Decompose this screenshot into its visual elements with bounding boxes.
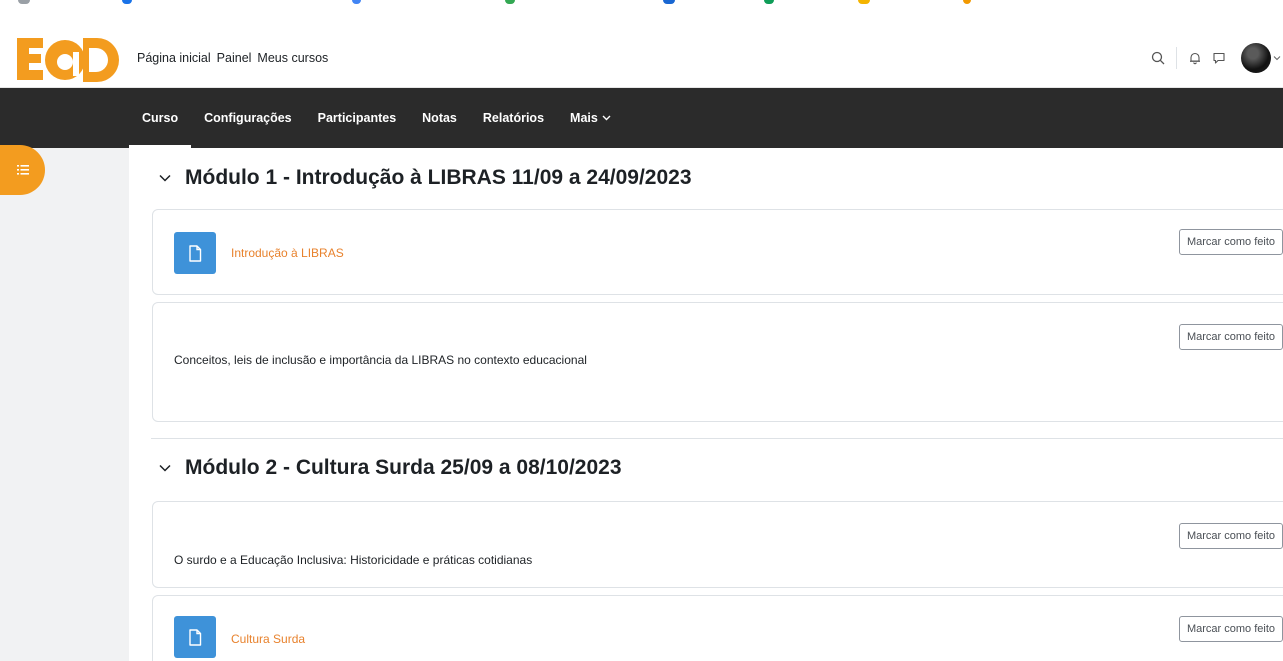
bookmark-favicon[interactable]: [858, 0, 870, 4]
chevron-down-icon[interactable]: [159, 464, 171, 472]
section-1-header[interactable]: Módulo 1 - Introdução à LIBRAS 11/09 a 2…: [159, 166, 692, 190]
mark-as-done-button[interactable]: Marcar como feito: [1178, 523, 1283, 549]
nav-my-courses[interactable]: Meus cursos: [257, 51, 328, 65]
left-drawer-area: [0, 148, 129, 661]
tab-reports[interactable]: Relatórios: [470, 88, 557, 148]
course-content: Módulo 1 - Introdução à LIBRAS 11/09 a 2…: [129, 148, 1283, 661]
activity-card: O surdo e a Educação Inclusiva: Historic…: [152, 501, 1283, 588]
chevron-down-icon[interactable]: [159, 174, 171, 182]
tab-label: Participantes: [317, 111, 397, 125]
tab-settings[interactable]: Configurações: [191, 88, 305, 148]
primary-navbar: Página inicial Painel Meus cursos: [0, 28, 1283, 88]
course-secondary-nav: Curso Configurações Participantes Notas …: [0, 88, 1283, 148]
file-icon: [174, 616, 216, 658]
tab-label: Mais: [570, 111, 598, 125]
bookmark-favicon[interactable]: [764, 0, 774, 4]
course-index-icon: [16, 165, 29, 175]
search-icon[interactable]: [1146, 46, 1170, 70]
file-icon: [174, 232, 216, 274]
bookmark-favicon[interactable]: [505, 0, 515, 4]
section-title: Módulo 2 - Cultura Surda 25/09 a 08/10/2…: [185, 456, 622, 479]
chat-icon[interactable]: [1207, 46, 1231, 70]
section-2-header[interactable]: Módulo 2 - Cultura Surda 25/09 a 08/10/2…: [159, 456, 622, 480]
bookmark-favicon[interactable]: [18, 0, 30, 4]
tab-course[interactable]: Curso: [129, 88, 192, 148]
activity-link[interactable]: Cultura Surda: [231, 632, 305, 646]
bookmark-favicon[interactable]: [663, 0, 675, 4]
activity-label-text: O surdo e a Educação Inclusiva: Historic…: [174, 553, 533, 567]
activity-card: Cultura Surda Marcar como feito: [152, 595, 1283, 661]
tab-participants[interactable]: Participantes: [305, 88, 410, 148]
nav-divider: [1176, 47, 1177, 69]
site-logo[interactable]: [13, 36, 123, 82]
bookmark-favicon[interactable]: [352, 0, 361, 4]
primary-nav: Página inicial Painel Meus cursos: [137, 51, 334, 65]
mark-as-done-button[interactable]: Marcar como feito: [1178, 616, 1283, 642]
activity-card: Conceitos, leis de inclusão e importânci…: [152, 302, 1283, 422]
activity-card: Introdução à LIBRAS Marcar como feito: [152, 209, 1283, 295]
chevron-down-icon[interactable]: [1273, 55, 1281, 61]
nav-dashboard[interactable]: Painel: [217, 51, 252, 65]
mark-as-done-button[interactable]: Marcar como feito: [1178, 324, 1283, 350]
mark-as-done-button[interactable]: Marcar como feito: [1178, 229, 1283, 255]
bookmark-favicon[interactable]: [122, 0, 132, 4]
browser-bookmarks-strip: [0, 0, 1283, 28]
tab-grades[interactable]: Notas: [409, 88, 470, 148]
tab-label: Configurações: [204, 111, 292, 125]
user-nav: [1146, 40, 1283, 76]
chevron-down-icon: [602, 115, 611, 121]
tab-label: Relatórios: [482, 111, 545, 125]
tab-label: Notas: [422, 111, 457, 125]
nav-home[interactable]: Página inicial: [137, 51, 211, 65]
tab-label: Curso: [142, 111, 179, 125]
activity-label-text: Conceitos, leis de inclusão e importânci…: [174, 353, 587, 367]
activity-link[interactable]: Introdução à LIBRAS: [231, 246, 344, 260]
bell-icon[interactable]: [1183, 46, 1207, 70]
user-avatar[interactable]: [1241, 43, 1271, 73]
bookmark-favicon[interactable]: [963, 0, 971, 4]
tab-more[interactable]: Mais: [557, 88, 624, 148]
section-title: Módulo 1 - Introdução à LIBRAS 11/09 a 2…: [185, 166, 692, 189]
section-divider: [151, 438, 1283, 439]
